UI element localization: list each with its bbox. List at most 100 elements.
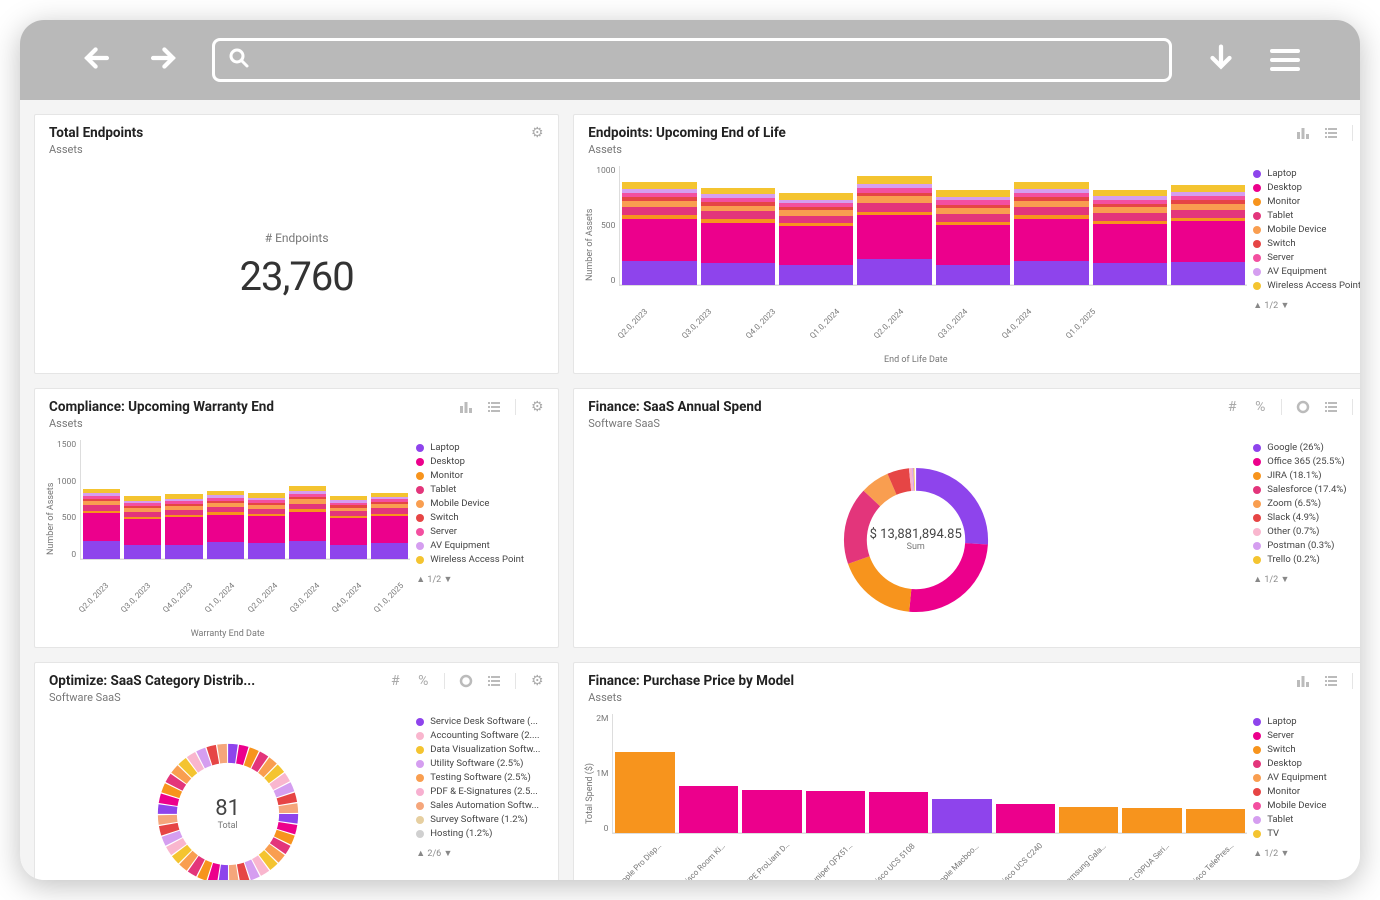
legend-item[interactable]: Server — [1253, 252, 1360, 263]
bar-chart-icon[interactable] — [1296, 674, 1310, 688]
legend-item[interactable]: Tablet — [416, 484, 548, 495]
legend-item[interactable]: PDF & E-Signatures (2.5... — [416, 786, 548, 797]
legend-item[interactable]: Slack (4.9%) — [1253, 512, 1360, 523]
panel-warranty: Compliance: Upcoming Warranty End ⚙ Asse… — [34, 388, 559, 648]
legend-item[interactable]: Testing Software (2.5%) — [416, 772, 548, 783]
address-bar[interactable] — [212, 38, 1172, 82]
legend-item[interactable]: Monitor — [1253, 196, 1360, 207]
panel-subtitle: Software SaaS — [574, 417, 1360, 436]
legend-dot-icon — [416, 830, 424, 838]
legend-label: Laptop — [430, 442, 459, 453]
legend-item[interactable]: Google (26%) — [1253, 442, 1360, 453]
list-view-icon[interactable] — [1324, 400, 1338, 414]
divider — [1281, 399, 1282, 415]
panel-title: Endpoints: Upcoming End of Life — [588, 125, 786, 141]
legend-item[interactable]: AV Equipment — [1253, 266, 1360, 277]
legend-item[interactable]: Monitor — [416, 470, 548, 481]
legend-item[interactable]: Data Visualization Softw... — [416, 744, 548, 755]
legend-label: Mobile Device — [1267, 800, 1326, 811]
list-view-icon[interactable] — [487, 400, 501, 414]
legend-pager[interactable]: ▲ 1/2 ▼ — [1253, 300, 1360, 311]
legend-item[interactable]: Mobile Device — [416, 498, 548, 509]
legend-pager[interactable]: ▲ 1/2 ▼ — [1253, 574, 1360, 585]
legend-item[interactable]: Salesforce (17.4%) — [1253, 484, 1360, 495]
number-icon[interactable]: # — [388, 674, 402, 688]
legend-dot-icon — [1253, 514, 1261, 522]
donut-icon[interactable] — [459, 674, 473, 688]
percent-icon[interactable]: % — [416, 674, 430, 688]
legend-dot-icon — [416, 500, 424, 508]
download-button[interactable] — [1204, 41, 1238, 79]
forward-button[interactable] — [146, 41, 180, 79]
legend-item[interactable]: Laptop — [1253, 716, 1360, 727]
legend-item[interactable]: Sales Automation Softw... — [416, 800, 548, 811]
legend-dot-icon — [416, 774, 424, 782]
legend-item[interactable]: Switch — [1253, 744, 1360, 755]
legend-item[interactable]: Trello (0.2%) — [1253, 554, 1360, 565]
legend-item[interactable]: JIRA (18.1%) — [1253, 470, 1360, 481]
legend-label: Switch — [1267, 238, 1295, 249]
bar-chart-icon[interactable] — [1296, 126, 1310, 140]
divider — [1352, 125, 1353, 141]
legend-label: Tablet — [430, 484, 456, 495]
legend-label: Accounting Software (2.... — [430, 730, 539, 741]
legend-pager[interactable]: ▲ 1/2 ▼ — [1253, 848, 1360, 859]
legend-item[interactable]: Hosting (1.2%) — [416, 828, 548, 839]
percent-icon[interactable]: % — [1253, 400, 1267, 414]
number-icon[interactable]: # — [1225, 400, 1239, 414]
gear-icon[interactable]: ⚙ — [530, 400, 544, 414]
list-view-icon[interactable] — [487, 674, 501, 688]
legend-item[interactable]: Switch — [1253, 238, 1360, 249]
legend-pager[interactable]: ▲ 1/2 ▼ — [416, 574, 548, 585]
legend-item[interactable]: Desktop — [1253, 758, 1360, 769]
legend-dot-icon — [1253, 268, 1261, 276]
back-button[interactable] — [80, 41, 114, 79]
legend-item[interactable]: Desktop — [1253, 182, 1360, 193]
legend-item[interactable]: Accounting Software (2.... — [416, 730, 548, 741]
legend-item[interactable]: AV Equipment — [416, 540, 548, 551]
legend-item[interactable]: Tablet — [1253, 814, 1360, 825]
legend-item[interactable]: Desktop — [416, 456, 548, 467]
legend: Laptop Desktop Monitor Tablet Mobile Device S… — [416, 440, 548, 639]
donut-icon[interactable] — [1296, 400, 1310, 414]
address-input[interactable] — [251, 50, 1157, 70]
legend-label: Hosting (1.2%) — [430, 828, 492, 839]
legend-item[interactable]: Wireless Access Point — [1253, 280, 1360, 291]
list-view-icon[interactable] — [1324, 674, 1338, 688]
legend-dot-icon — [416, 788, 424, 796]
panel-title: Compliance: Upcoming Warranty End — [49, 399, 274, 415]
legend-pager[interactable]: ▲ 2/6 ▼ — [416, 848, 548, 859]
menu-button[interactable] — [1270, 49, 1300, 71]
legend-item[interactable]: Server — [1253, 730, 1360, 741]
legend-label: Switch — [430, 512, 458, 523]
bar-chart-icon[interactable] — [459, 400, 473, 414]
legend-item[interactable]: Laptop — [1253, 168, 1360, 179]
legend-item[interactable]: Utility Software (2.5%) — [416, 758, 548, 769]
legend-item[interactable]: Wireless Access Point — [416, 554, 548, 565]
legend-item[interactable]: Survey Software (1.2%) — [416, 814, 548, 825]
legend-label: Server — [1267, 730, 1294, 741]
legend-item[interactable]: Server — [416, 526, 548, 537]
legend-dot-icon — [1253, 528, 1261, 536]
legend-item[interactable]: TV — [1253, 828, 1360, 839]
legend-item[interactable]: Office 365 (25.5%) — [1253, 456, 1360, 467]
legend-item[interactable]: Laptop — [416, 442, 548, 453]
legend: Laptop Desktop Monitor Tablet Mobile Device S… — [1253, 166, 1360, 365]
legend-item[interactable]: Mobile Device — [1253, 800, 1360, 811]
legend-item[interactable]: Tablet — [1253, 210, 1360, 221]
legend-item[interactable]: Mobile Device — [1253, 224, 1360, 235]
legend-label: Tablet — [1267, 814, 1293, 825]
gear-icon[interactable]: ⚙ — [530, 674, 544, 688]
legend-item[interactable]: Monitor — [1253, 786, 1360, 797]
legend-label: Desktop — [1267, 182, 1302, 193]
list-view-icon[interactable] — [1324, 126, 1338, 140]
legend-label: Slack (4.9%) — [1267, 512, 1319, 523]
legend-item[interactable]: Postman (0.3%) — [1253, 540, 1360, 551]
legend-item[interactable]: Other (0.7%) — [1253, 526, 1360, 537]
legend-item[interactable]: Service Desk Software (... — [416, 716, 548, 727]
legend-item[interactable]: Switch — [416, 512, 548, 523]
legend-label: Mobile Device — [1267, 224, 1326, 235]
gear-icon[interactable]: ⚙ — [530, 126, 544, 140]
legend-item[interactable]: AV Equipment — [1253, 772, 1360, 783]
legend-item[interactable]: Zoom (6.5%) — [1253, 498, 1360, 509]
